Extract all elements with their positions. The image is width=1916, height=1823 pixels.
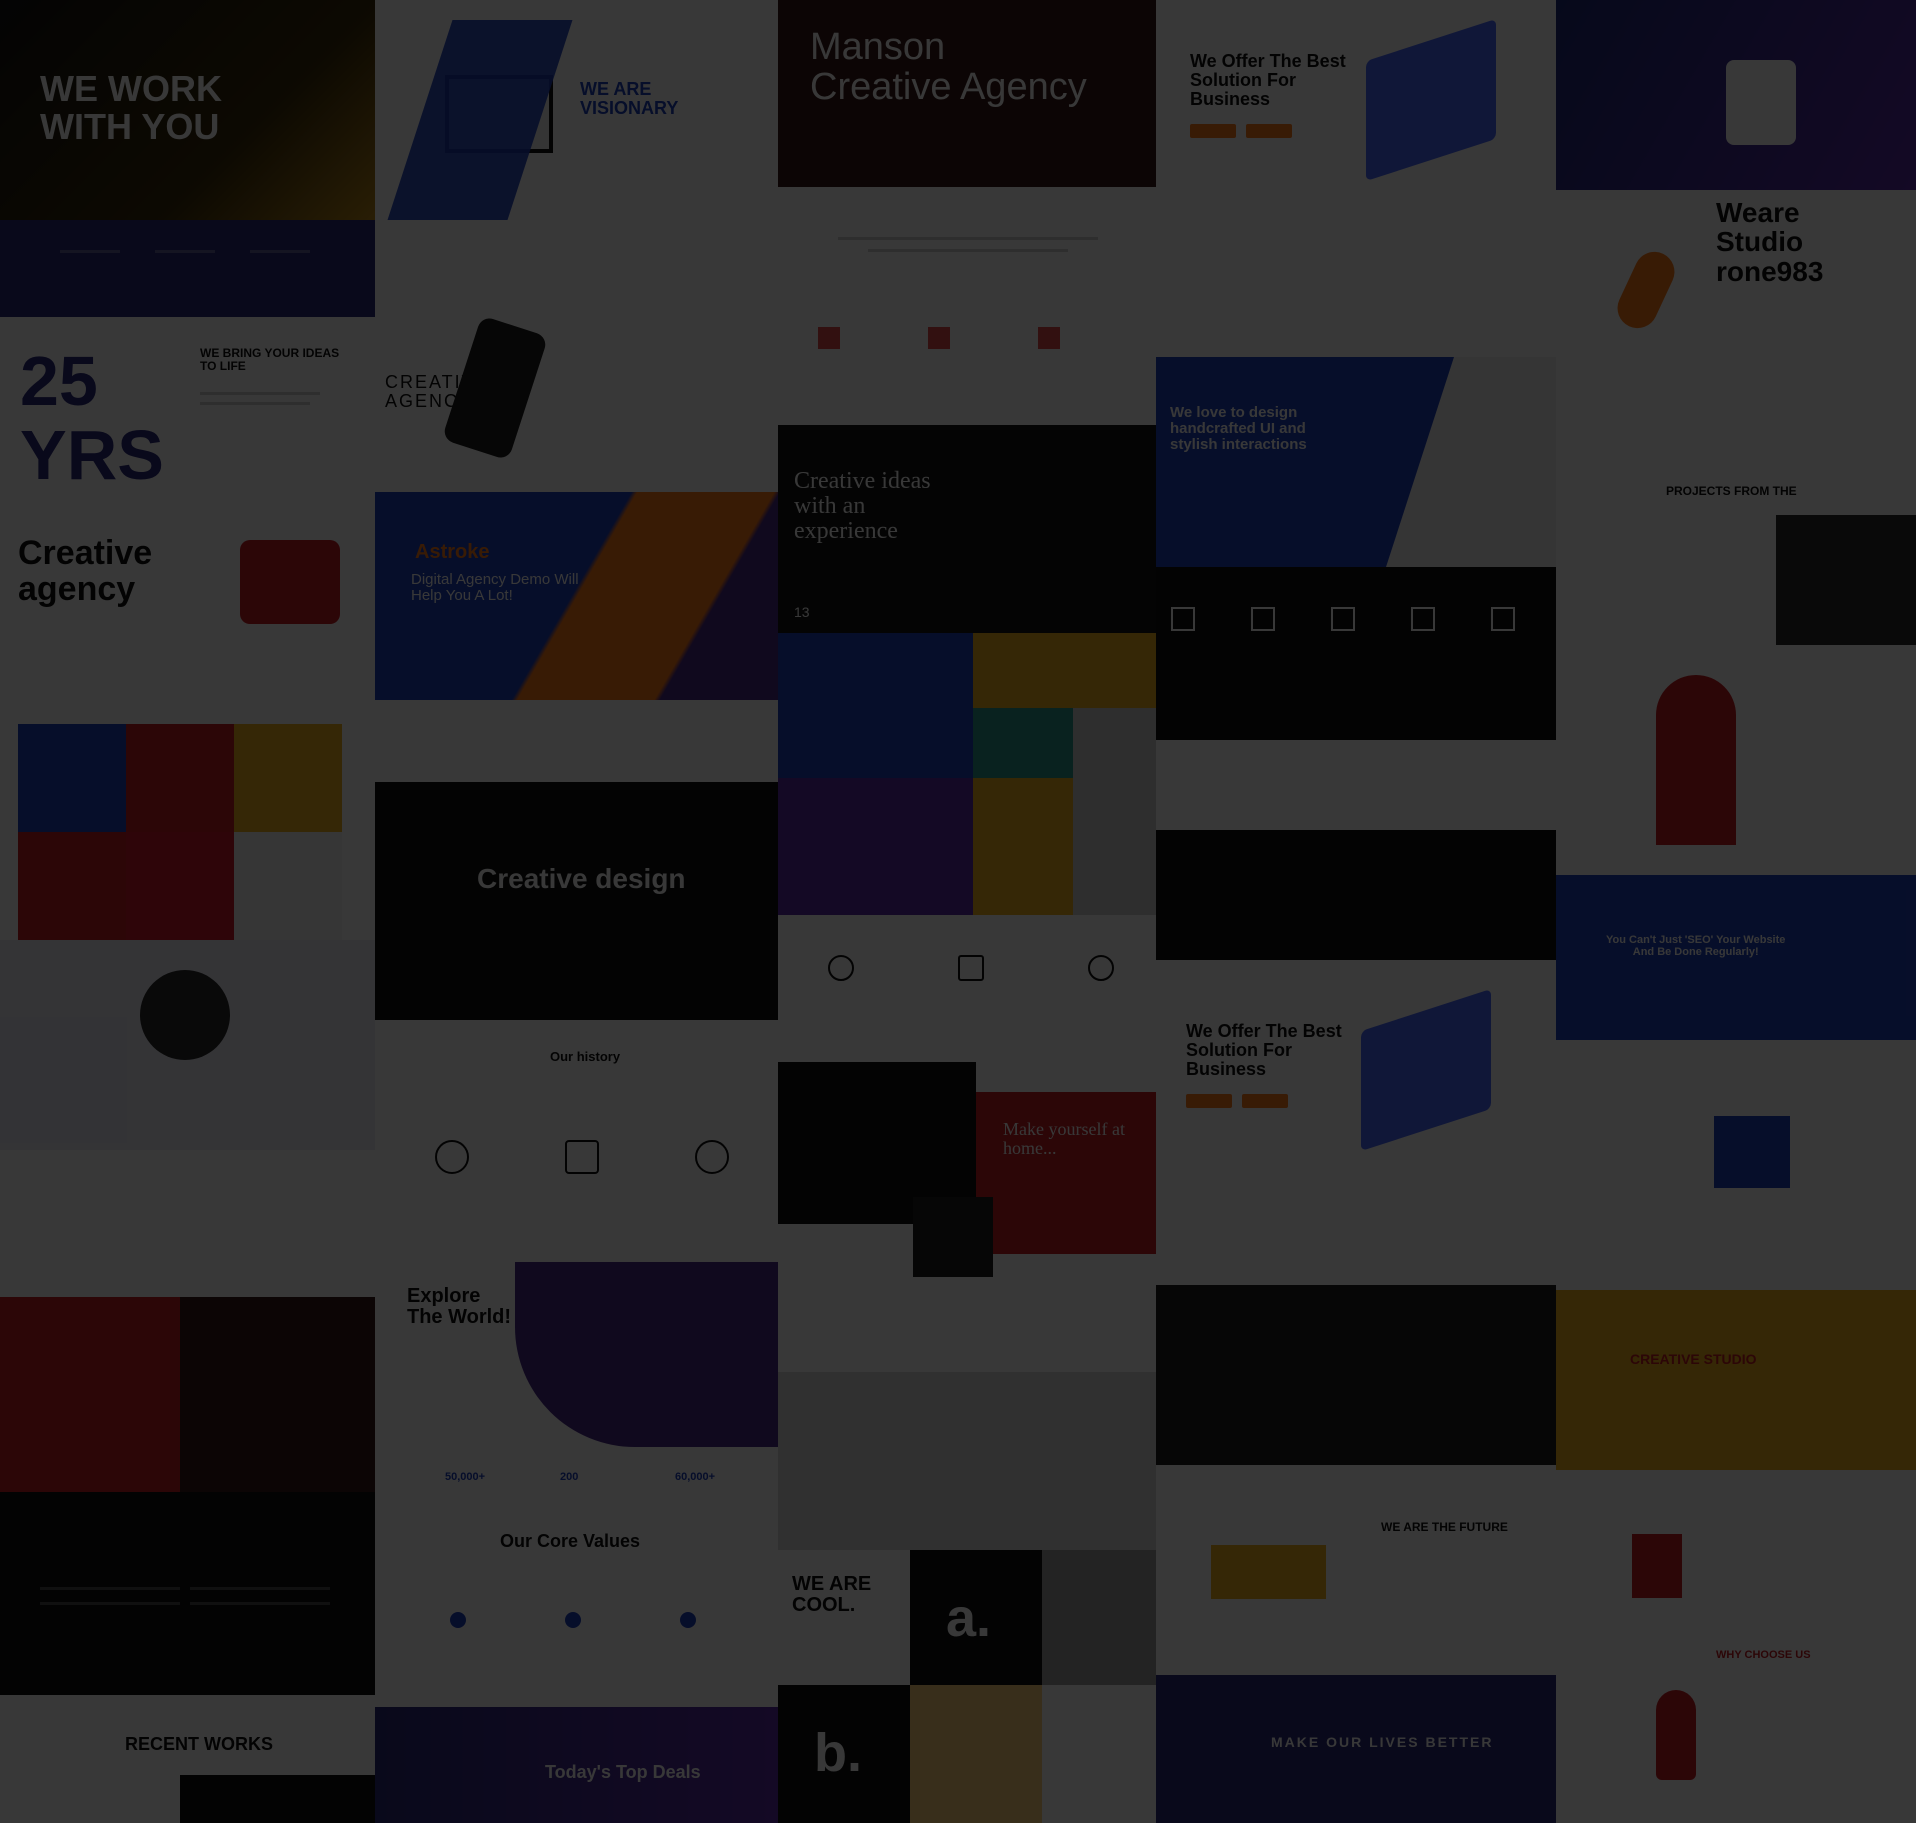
- tile-we-are-cool: WE ARE COOL.: [778, 1550, 910, 1685]
- tile-b-block: b.: [778, 1685, 910, 1823]
- tile-logos-strip: [1156, 740, 1556, 830]
- 25-yrs-graphic: 25 YRS: [20, 342, 164, 492]
- tile-manson: Manson Creative Agency: [778, 0, 1156, 187]
- hero-heading: WE WORK WITH YOU: [40, 68, 222, 147]
- tile-white-gap-1: [0, 1150, 375, 1297]
- astroke-brand: Astroke: [415, 541, 490, 563]
- tile-creative-ideas: Creative ideas with an experience 13: [778, 425, 1156, 633]
- tile-we-work-with-you: WE WORK WITH YOU: [0, 0, 375, 317]
- explore-heading: Explore The World!: [407, 1285, 512, 1328]
- seo-heading: You Can't Just 'SEO' Your Website And Be…: [1606, 934, 1786, 958]
- tile-confetti: [0, 940, 375, 1150]
- astronaut-illustration: [1610, 245, 1682, 335]
- tile-25-yrs: 25 YRS WE BRING YOUR IDEAS TO LIFE: [0, 317, 375, 492]
- collage: WE WORK WITH YOU 25 YRS WE BRING YOUR ID…: [0, 0, 1916, 1823]
- why-choose-heading: WHY CHOOSE US: [1716, 1649, 1811, 1661]
- isometric-dashboard: [1366, 18, 1496, 182]
- tile-isometric-grid: [778, 633, 1156, 915]
- letter-a: a.: [946, 1588, 992, 1648]
- tile-projects: PROJECTS FROM THE: [1556, 485, 1916, 875]
- ideas-heading: WE BRING YOUR IDEAS TO LIFE: [200, 346, 340, 373]
- tile-we-are-future: WE ARE THE FUTURE: [1156, 1465, 1556, 1675]
- tile-creative-studio: CREATIVE STUDIO: [1556, 1290, 1916, 1470]
- lives-better-heading: MAKE OUR LIVES BETTER: [1271, 1734, 1494, 1750]
- tile-creative-design: Creative design: [375, 782, 778, 1020]
- superhero-illustration: [1656, 1690, 1696, 1780]
- tile-digital-products: [778, 187, 1156, 425]
- tile-archi: [1156, 1285, 1556, 1465]
- recent-works-heading: RECENT WORKS: [125, 1734, 273, 1754]
- creative-ideas-heading: Creative ideas with an experience: [794, 468, 931, 545]
- tile-red-photo: [0, 1297, 375, 1492]
- tile-make-lives-better: MAKE OUR LIVES BETTER: [1156, 1675, 1556, 1823]
- future-heading: WE ARE THE FUTURE: [1381, 1520, 1508, 1534]
- creative-design-heading: Creative design: [477, 863, 686, 894]
- tile-best-solution-1: We Offer The Best Solution For Business: [1156, 0, 1556, 357]
- tile-why-choose-us: WHY CHOOSE US: [1556, 1630, 1916, 1823]
- tile-top-deals: Today's Top Deals: [375, 1707, 778, 1823]
- core-values-heading: Our Core Values: [500, 1531, 641, 1551]
- handcrafted-heading: We love to design handcrafted UI and sty…: [1170, 404, 1307, 453]
- stat-2: 200: [560, 1471, 579, 1483]
- tile-our-history: Our history: [375, 1020, 778, 1262]
- slide-number: 13: [794, 604, 810, 620]
- tile-creative-agency-phone: CREATIVE AGENCY: [375, 317, 778, 492]
- tile-recent-works: RECENT WORKS: [0, 1695, 375, 1823]
- we-are-cool-heading: WE ARE COOL.: [792, 1573, 872, 1616]
- tile-weare-studio: Weare Studio rone983: [1556, 190, 1916, 485]
- tile-dark-band: [1156, 830, 1556, 960]
- stat-3: 60,000+: [675, 1471, 716, 1483]
- tile-explore-world: Explore The World! 50,000+ 200 60,000+ O…: [375, 1262, 778, 1562]
- solution-heading-1: We Offer The Best Solution For Business: [1190, 51, 1346, 109]
- stat-1: 50,000+: [445, 1471, 486, 1483]
- phone-illustration: [441, 317, 549, 461]
- isometric-dashboard-2: [1361, 988, 1491, 1152]
- make-yourself-heading: Make yourself at home...: [1003, 1119, 1125, 1158]
- letter-b: b.: [814, 1723, 862, 1783]
- tile-swatches: [910, 1685, 1042, 1823]
- manson-heading: Manson Creative Agency: [810, 26, 1087, 108]
- astroke-subtitle: Digital Agency Demo Will Help You A Lot!: [411, 571, 579, 604]
- projects-heading: PROJECTS FROM THE: [1666, 485, 1797, 498]
- tile-core-values: [375, 1562, 778, 1707]
- tile-services-grid: [1556, 1040, 1916, 1290]
- tile-purple-mug: [1556, 0, 1916, 190]
- tile-dark-services: [1156, 567, 1556, 740]
- tile-calendar: [1042, 1685, 1156, 1823]
- tile-creative-agency: Creative agency: [0, 492, 375, 940]
- tile-best-solution-2: We Offer The Best Solution For Business: [1156, 960, 1556, 1285]
- tile-icons-row: [778, 915, 1156, 1062]
- tile-seo: You Can't Just 'SEO' Your Website And Be…: [1556, 875, 1916, 1040]
- tile-blue-ui: We love to design handcrafted UI and sty…: [1156, 357, 1556, 567]
- creative-studio-heading: CREATIVE STUDIO: [1630, 1351, 1757, 1367]
- thumbs-up-icon: [240, 540, 340, 624]
- solution-heading-2: We Offer The Best Solution For Business: [1186, 1021, 1342, 1079]
- tile-red-book: [1556, 1470, 1916, 1630]
- tile-we-are-visionary: WE ARE VISIONARY: [375, 0, 778, 317]
- tile-a-block: a.: [910, 1550, 1042, 1685]
- tile-team-photo-2: [1042, 1550, 1156, 1685]
- tile-astroke: Astroke Digital Agency Demo Will Help Yo…: [375, 492, 778, 782]
- tile-team: [778, 1292, 1156, 1550]
- our-history-heading: Our history: [550, 1049, 621, 1064]
- tile-make-yourself: Make yourself at home...: [778, 1062, 1156, 1292]
- top-deals-heading: Today's Top Deals: [545, 1762, 701, 1782]
- tile-dark-text: [0, 1492, 375, 1695]
- visionary-heading: WE ARE VISIONARY: [580, 79, 679, 118]
- creative-agency-heading: Creative agency: [18, 534, 153, 608]
- weare-studio-heading: Weare Studio rone983: [1716, 197, 1824, 287]
